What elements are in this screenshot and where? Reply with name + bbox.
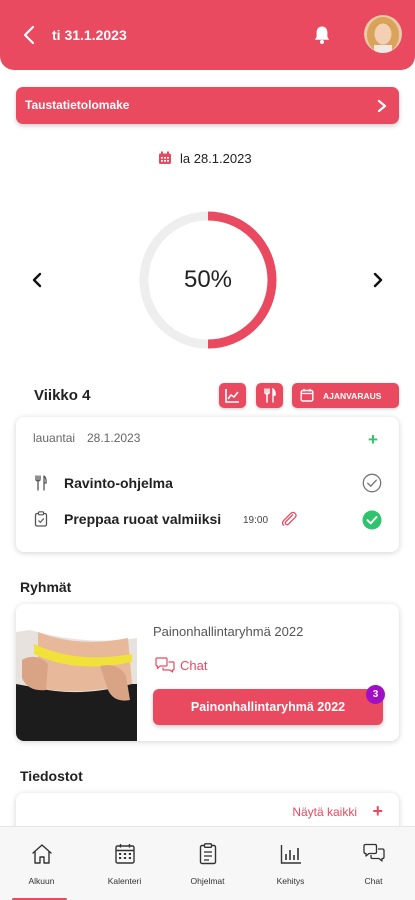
add-task-button[interactable]: + [368,430,378,450]
day-card: lauantai 28.1.2023 + Ravinto-ohjelma Pre… [16,417,399,552]
tab-label: Kalenteri [107,876,142,886]
day-date: 28.1.2023 [87,431,141,445]
tab-label: Alkuun [28,876,55,886]
line-chart-icon [225,389,239,403]
group-image [16,604,137,741]
chat-bubbles-icon [363,843,385,862]
add-file-button[interactable]: + [372,801,383,822]
day-weekday: lauantai [33,431,76,445]
calendar-icon [115,844,135,864]
header-date: ti 31.1.2023 [52,27,127,43]
files-section-title: Tiedostot [20,768,83,784]
tab-calendar[interactable]: Kalenteri [83,827,166,900]
tab-label: Kehitys [276,876,305,886]
previous-day-button[interactable] [31,272,43,288]
top-app-bar: ti 31.1.2023 [0,0,415,70]
tab-home[interactable]: Alkuun [0,827,83,900]
appointment-button[interactable]: AJANVARAUS [292,383,399,408]
week-label: Viikko 4 [34,387,91,404]
show-all-files-link[interactable]: Näytä kaikki [292,805,357,819]
appointment-button-label: AJANVARAUS [323,391,382,401]
fork-knife-icon [35,475,47,491]
progress-percent: 50% [183,266,233,293]
check-circle-filled-icon[interactable] [362,510,382,530]
chevron-right-icon [377,99,387,113]
task-title[interactable]: Ravinto-ohjelma [64,475,173,491]
task-time: 19:00 [243,515,269,526]
calendar-icon [300,388,314,402]
background-form-banner[interactable]: Taustatietolomake [16,87,399,124]
check-circle-icon[interactable] [362,473,382,493]
nutrition-button[interactable] [256,383,283,408]
calendar-icon [159,151,171,164]
progress-chart-button[interactable] [219,383,246,408]
tab-label: Ohjelmat [190,876,225,886]
group-card: Painonhallintaryhmä 2022 Chat Painonhall… [16,604,399,741]
fork-knife-icon [264,388,276,403]
back-arrow-icon[interactable] [20,24,40,46]
user-avatar[interactable] [364,15,402,53]
group-chat-label: Chat [180,658,208,673]
next-day-button[interactable] [372,272,384,288]
open-group-button-label: Painonhallintaryhmä 2022 [190,700,346,714]
groups-section-title: Ryhmät [20,579,72,595]
banner-label: Taustatietolomake [25,98,130,112]
unread-badge: 3 [366,685,385,704]
bell-icon[interactable] [313,25,331,45]
open-group-button[interactable]: Painonhallintaryhmä 2022 [153,689,383,725]
clipboard-icon [34,511,48,527]
attachment-icon[interactable] [280,511,298,527]
bottom-tab-bar: Alkuun Kalenteri Ohjelmat Kehitys Chat [0,826,415,900]
bar-chart-icon [280,845,301,864]
tab-progress[interactable]: Kehitys [249,827,332,900]
group-name: Painonhallintaryhmä 2022 [153,624,304,639]
tab-chat[interactable]: Chat [332,827,415,900]
tab-programs[interactable]: Ohjelmat [166,827,249,900]
progress-date-text: la 28.1.2023 [180,151,252,166]
clipboard-icon [199,843,217,865]
tab-label: Chat [364,876,383,886]
home-icon [32,844,52,864]
task-title[interactable]: Preppaa ruoat valmiiksi [64,511,221,527]
chat-bubbles-icon [155,657,175,673]
